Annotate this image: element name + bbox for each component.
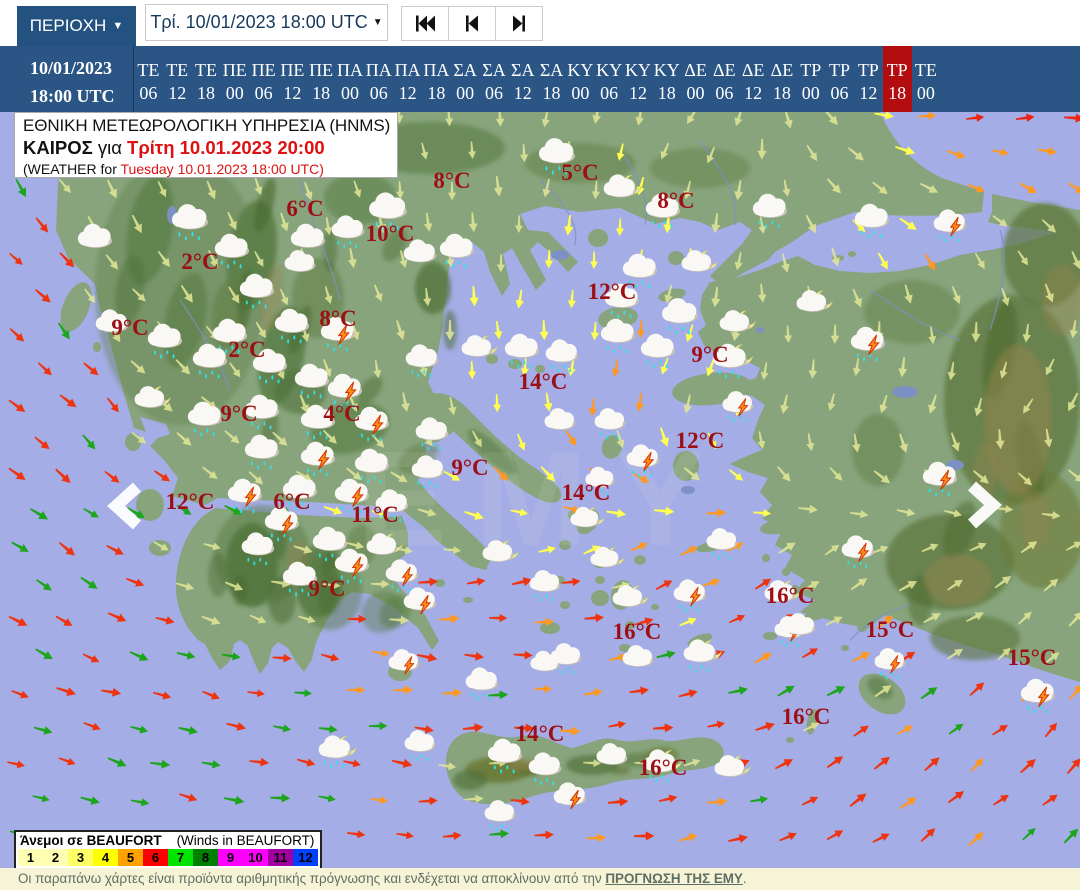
svg-text:12°C: 12°C	[166, 489, 215, 514]
svg-text:9°C: 9°C	[308, 576, 345, 601]
svg-text:2°C: 2°C	[181, 249, 218, 274]
svg-text:8°C: 8°C	[433, 168, 470, 193]
svg-text:15°C: 15°C	[1008, 645, 1057, 670]
svg-text:9°C: 9°C	[691, 342, 728, 367]
svg-text:16°C: 16°C	[766, 583, 815, 608]
svg-text:5°C: 5°C	[561, 160, 598, 185]
svg-text:6°C: 6°C	[286, 196, 323, 221]
svg-text:8°C: 8°C	[319, 306, 356, 331]
svg-text:11°C: 11°C	[351, 502, 399, 527]
svg-text:15°C: 15°C	[866, 617, 915, 642]
svg-text:4°C: 4°C	[323, 401, 360, 426]
svg-text:14°C: 14°C	[516, 721, 565, 746]
svg-text:8°C: 8°C	[657, 188, 694, 213]
svg-text:9°C: 9°C	[111, 315, 148, 340]
svg-text:9°C: 9°C	[451, 455, 488, 480]
svg-text:16°C: 16°C	[613, 619, 662, 644]
svg-text:16°C: 16°C	[639, 755, 688, 780]
svg-text:12°C: 12°C	[588, 279, 637, 304]
svg-text:6°C: 6°C	[273, 489, 310, 514]
svg-text:9°C: 9°C	[220, 401, 257, 426]
svg-text:12°C: 12°C	[676, 428, 725, 453]
svg-text:16°C: 16°C	[782, 704, 831, 729]
svg-text:2°C: 2°C	[228, 337, 265, 362]
svg-text:10°C: 10°C	[366, 221, 415, 246]
svg-text:14°C: 14°C	[562, 480, 611, 505]
svg-text:14°C: 14°C	[519, 369, 568, 394]
